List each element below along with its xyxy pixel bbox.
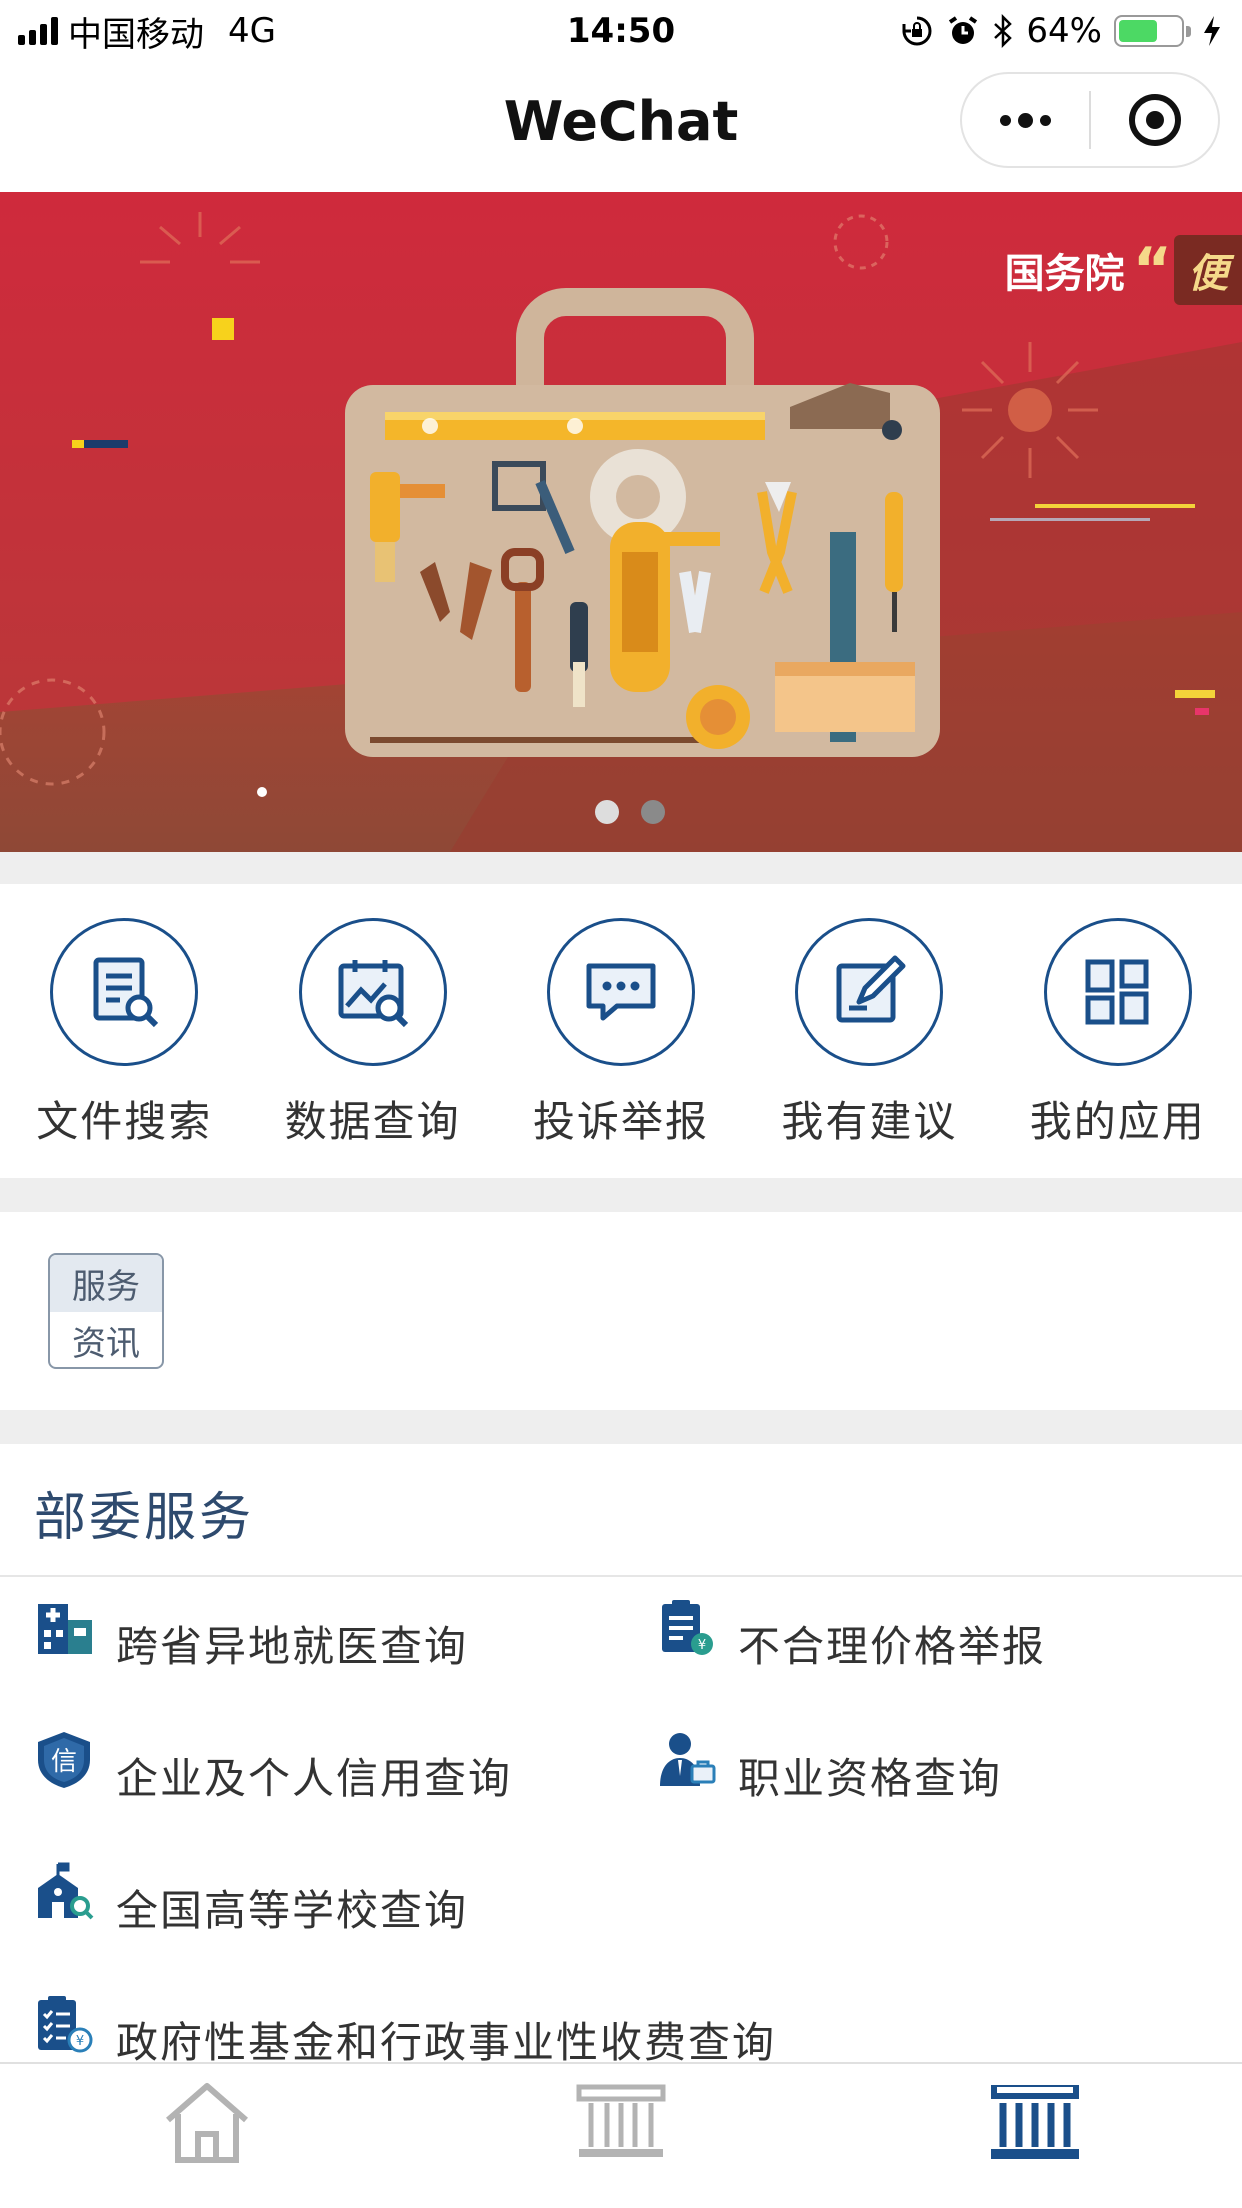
- quick-action-label: 数据查询: [284, 1097, 461, 1146]
- bottom-tab-bar: [0, 2062, 1242, 2208]
- quick-action-data-query[interactable]: 数据查询: [248, 884, 496, 1178]
- quick-action-label: 投诉举报: [532, 1097, 709, 1146]
- document-search-icon: [50, 918, 199, 1066]
- section-separator: [0, 1178, 1242, 1212]
- section-divider: [0, 1575, 1242, 1577]
- more-dots-icon: [1000, 112, 1051, 128]
- orientation-lock-icon: [902, 16, 932, 46]
- service-label: 政府性基金和行政事业性收费查询: [116, 2017, 777, 2067]
- quick-action-suggestion[interactable]: 我有建议: [745, 884, 993, 1178]
- carousel-dot[interactable]: [641, 800, 665, 824]
- charging-icon: [1204, 16, 1220, 46]
- quick-action-my-apps[interactable]: 我的应用: [994, 884, 1242, 1178]
- pillar-building-icon: [991, 2085, 1079, 2159]
- app-page: 中国移动 4G 14:50 64% WeChat 国务院 “ 便 文件搜索 数据…: [0, 0, 1242, 2208]
- target-close-icon: [1128, 94, 1181, 146]
- hospital-building-icon: [38, 1604, 92, 1654]
- status-left: 中国移动 4G: [18, 7, 276, 56]
- alarm-icon: [949, 16, 978, 44]
- service-label: 全国高等学校查询: [116, 1885, 469, 1935]
- building-icon: [576, 2084, 666, 2157]
- carrier-label: 中国移动: [68, 14, 204, 55]
- nav-bar: WeChat: [0, 62, 1242, 192]
- quick-actions: 文件搜索 数据查询 投诉举报 我有建议 我的应用: [0, 884, 1242, 1178]
- svg-text:¥: ¥: [76, 2034, 84, 2049]
- battery-percent: 64%: [1026, 11, 1102, 51]
- section-title: 部委服务: [34, 1488, 255, 1548]
- service-item-credit[interactable]: 信 企业及个人信用查询: [34, 1732, 513, 1810]
- carousel-pager: [0, 800, 1242, 824]
- service-label: 职业资格查询: [738, 1753, 1003, 1803]
- more-button[interactable]: [962, 74, 1089, 166]
- banner-tag-highlight: 便: [1174, 235, 1242, 305]
- news-tag-line1: 服务: [50, 1255, 162, 1312]
- chat-bubble-icon: [546, 918, 695, 1066]
- quick-action-complaint[interactable]: 投诉举报: [497, 884, 745, 1178]
- network-label: 4G: [228, 11, 276, 51]
- service-item-qualification[interactable]: 职业资格查询: [656, 1733, 1003, 1810]
- banner-tag-quote: “: [1132, 235, 1172, 305]
- quick-action-label: 我有建议: [781, 1097, 958, 1146]
- credit-shield-icon: 信: [38, 1732, 90, 1788]
- service-item-university[interactable]: 全国高等学校查询: [34, 1862, 469, 1942]
- news-tag-line2: 资讯: [72, 1324, 140, 1364]
- quick-action-label: 文件搜索: [36, 1097, 213, 1146]
- chart-search-icon: [298, 918, 447, 1066]
- section-separator: [0, 852, 1242, 884]
- service-label: 企业及个人信用查询: [116, 1753, 513, 1803]
- service-news-tag[interactable]: 服务 资讯: [48, 1253, 164, 1369]
- signal-icon: [18, 17, 58, 45]
- tab-ministry[interactable]: [828, 2064, 1242, 2208]
- clipboard-price-icon: ¥: [662, 1600, 713, 1655]
- tab-home[interactable]: [0, 2064, 414, 2208]
- edit-note-icon: [795, 918, 944, 1066]
- home-icon: [166, 2083, 248, 2163]
- status-right: 64%: [900, 11, 1222, 51]
- mini-program-capsule: [960, 72, 1220, 168]
- status-bar: 中国移动 4G 14:50 64%: [0, 0, 1242, 62]
- service-label: 不合理价格举报: [738, 1621, 1047, 1671]
- tab-government[interactable]: [414, 2064, 828, 2208]
- apps-grid-icon: [1043, 918, 1192, 1066]
- section-separator: [0, 1410, 1242, 1444]
- battery-fill: [1119, 20, 1158, 42]
- school-search-icon: [38, 1862, 94, 1920]
- service-label: 跨省异地就医查询: [116, 1621, 469, 1671]
- svg-text:¥: ¥: [698, 1638, 706, 1653]
- service-news: 服务 资讯: [0, 1212, 1242, 1410]
- svg-text:信: 信: [51, 1747, 77, 1777]
- fee-checklist-icon: ¥: [38, 1996, 93, 2053]
- bluetooth-icon: [994, 14, 1013, 48]
- service-item-medical[interactable]: 跨省异地就医查询: [34, 1604, 469, 1678]
- battery-icon: [1114, 15, 1191, 47]
- professional-person-icon: [660, 1733, 716, 1786]
- service-item-price-report[interactable]: ¥ 不合理价格举报: [656, 1600, 1047, 1678]
- close-button[interactable]: [1091, 74, 1218, 166]
- quick-action-document-search[interactable]: 文件搜索: [0, 884, 248, 1178]
- banner-tag-text: 国务院: [1004, 251, 1125, 297]
- banner-tag: 国务院 “ 便: [1005, 232, 1242, 308]
- banner-carousel[interactable]: 国务院 “ 便: [0, 192, 1242, 852]
- carousel-dot[interactable]: [595, 800, 619, 824]
- quick-action-label: 我的应用: [1029, 1097, 1206, 1146]
